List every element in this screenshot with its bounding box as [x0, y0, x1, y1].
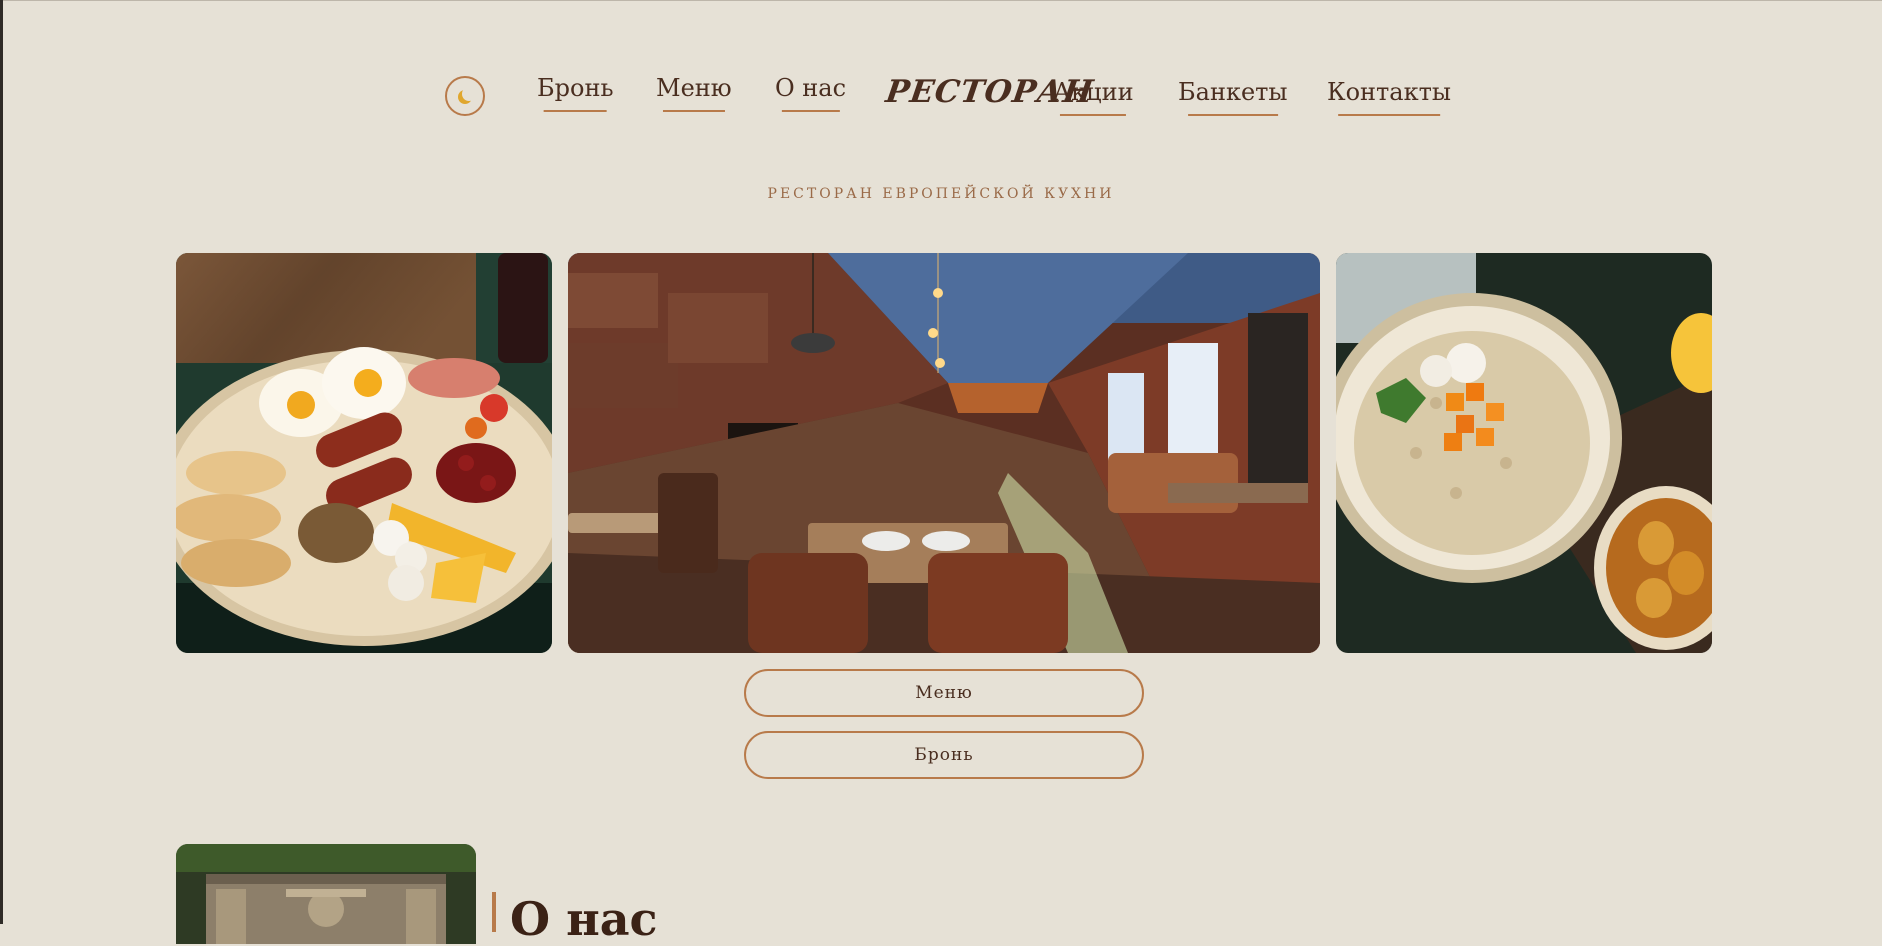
- nav-link-promotions[interactable]: Акции: [1053, 78, 1134, 116]
- nav-link-about[interactable]: О нас: [775, 74, 847, 112]
- nav-link-menu[interactable]: Меню: [656, 74, 732, 112]
- nav-underline: [662, 110, 725, 112]
- book-button[interactable]: Бронь: [744, 731, 1144, 779]
- nav-underline: [1187, 114, 1278, 116]
- nav-underline: [1060, 114, 1127, 116]
- nav-link-banquets[interactable]: Банкеты: [1178, 78, 1288, 116]
- gallery-image-breakfast: [176, 253, 552, 653]
- gallery-image-interior: [568, 253, 1320, 653]
- nav-underline: [781, 110, 840, 112]
- nav-link-contacts[interactable]: Контакты: [1327, 78, 1451, 116]
- window-top-edge: [0, 0, 1882, 1]
- menu-button[interactable]: Меню: [744, 669, 1144, 717]
- moon-icon: [462, 87, 476, 101]
- nav-underline: [543, 110, 607, 112]
- nav-link-booking[interactable]: Бронь: [537, 74, 614, 112]
- main-nav: Бронь Меню О нас РЕСТОРАН Акции Банкеты …: [0, 74, 1882, 134]
- nav-link-label: Контакты: [1327, 78, 1451, 106]
- nav-link-label: Банкеты: [1178, 78, 1288, 106]
- about-image: [176, 844, 476, 944]
- nav-link-label: Меню: [656, 74, 732, 102]
- window-left-edge: [0, 0, 3, 924]
- nav-link-label: О нас: [775, 74, 847, 102]
- about-accent-bar: [492, 892, 496, 932]
- nav-link-label: Бронь: [537, 74, 614, 102]
- nav-link-label: Акции: [1053, 78, 1134, 106]
- gallery-image-porridge: [1336, 253, 1712, 653]
- about-heading: О нас: [510, 892, 658, 946]
- theme-toggle-button[interactable]: [445, 76, 485, 116]
- hero-subtitle: РЕСТОРАН ЕВРОПЕЙСКОЙ КУХНИ: [767, 186, 1115, 202]
- nav-underline: [1338, 114, 1440, 116]
